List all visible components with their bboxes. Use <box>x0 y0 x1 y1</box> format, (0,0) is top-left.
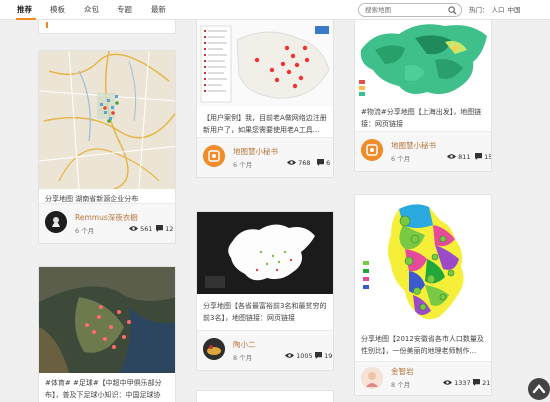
map-card-hunan[interactable]: 分享地图 湖南省新源企业分布 Remmus深夜衣橱 6 个月 561 12 <box>38 50 176 244</box>
comments-value: 12 <box>165 225 174 233</box>
card-description[interactable]: 分享地图【各省最富裕前3名和最贫穷的前3名】，地图链接：网页链接 <box>203 300 327 324</box>
road-map-image <box>39 51 175 189</box>
avatar[interactable] <box>361 367 383 389</box>
hot-label: 热门： <box>469 6 489 14</box>
map-card-logistics[interactable]: #物流#分享地图【上海出发】，地图链接：网页链接 地图慧小秘书 6 个月 811… <box>354 20 492 172</box>
anhui-choropleth-map-image <box>355 195 491 329</box>
card-footer: 陶小二 8 个月 1005 19 <box>197 330 333 370</box>
post-age: 8 个月 <box>233 354 253 362</box>
card-footer: 地图慧小秘书 6 个月 768 6 <box>197 137 333 177</box>
eye-icon <box>443 380 452 385</box>
map-card-anhui-population[interactable]: 分享地图【2012安徽省各市人口数量及性别比】，一份美丽的地理老师制作... 金… <box>354 194 492 396</box>
comments-count: 15 <box>475 153 492 161</box>
map-card-user-case[interactable]: 【用户案例】我，目前老A做网络边注册新用户了，如果您需要使用老A工具... 地图… <box>196 20 334 178</box>
point-map-image <box>197 20 333 106</box>
card-fragment-bottom-middle[interactable] <box>196 390 334 402</box>
views-value: 561 <box>140 225 153 233</box>
post-age: 8 个月 <box>391 381 411 389</box>
views-count: 561 <box>129 225 153 233</box>
card-description[interactable]: #物流#分享地图【上海出发】，地图链接：网页链接 <box>361 106 485 130</box>
card-description[interactable]: 【用户案例】我，目前老A做网络边注册新用户了，如果您需要使用老A工具... <box>203 112 327 136</box>
search-input[interactable] <box>365 4 447 16</box>
top-navigation-bar: 推荐 模板 众包 专题 最新 热门：人口中国 <box>0 0 550 20</box>
satellite-map-image <box>39 267 175 373</box>
arrow-up-icon <box>532 384 546 394</box>
comment-icon <box>317 159 324 166</box>
comment-icon <box>315 352 322 359</box>
highlight-marker <box>46 22 48 28</box>
views-count: 811 <box>447 153 471 161</box>
eye-icon <box>447 154 456 159</box>
card-description[interactable]: 分享地图【2012安徽省各市人口数量及性别比】，一份美丽的地理老师制作... <box>361 333 485 357</box>
active-tab-indicator <box>16 18 36 20</box>
card-footer: 金智岩 8 个月 1337 21 <box>355 361 491 395</box>
map-thumbnail[interactable] <box>197 20 333 106</box>
map-thumbnail[interactable] <box>39 51 175 189</box>
tab-recommended[interactable]: 推荐 <box>17 3 32 17</box>
post-age: 6 个月 <box>391 155 411 163</box>
views-count: 1337 <box>443 379 471 387</box>
comments-value: 19 <box>324 352 333 360</box>
search-box <box>358 3 462 17</box>
tab-topics[interactable]: 专题 <box>117 3 132 17</box>
map-thumbnail[interactable] <box>355 20 491 100</box>
comment-icon <box>475 153 482 160</box>
avatar[interactable] <box>45 211 67 233</box>
post-age: 6 个月 <box>75 227 95 235</box>
eye-icon <box>129 226 138 231</box>
card-footer: Remmus深夜衣橱 6 个月 561 12 <box>39 203 175 243</box>
comments-count: 21 <box>473 379 490 387</box>
eye-icon <box>287 160 296 165</box>
search-icon[interactable] <box>448 6 457 15</box>
avatar[interactable] <box>203 145 225 167</box>
post-age: 6 个月 <box>233 161 253 169</box>
eye-icon <box>285 353 294 358</box>
hot-searches: 热门： 人口 中国 <box>469 4 521 14</box>
map-thumbnail[interactable] <box>355 195 491 329</box>
comments-value: 15 <box>484 153 492 161</box>
avatar[interactable] <box>361 139 383 161</box>
map-card-football[interactable]: #体育# #足球#【中超中甲俱乐部分布】，普及下足球小知识：中国足球协 <box>38 266 176 402</box>
tab-latest[interactable]: 最新 <box>151 3 166 17</box>
author-name[interactable]: Remmus深夜衣橱 <box>75 212 138 223</box>
map-thumbnail[interactable] <box>39 267 175 373</box>
views-value: 811 <box>458 153 471 161</box>
author-name[interactable]: 地图慧小秘书 <box>233 146 278 157</box>
views-value: 768 <box>298 159 311 167</box>
views-value: 1005 <box>296 352 313 360</box>
views-value: 1337 <box>454 379 471 387</box>
comments-count: 19 <box>315 352 332 360</box>
comments-value: 6 <box>326 159 331 167</box>
comments-count: 6 <box>317 159 330 167</box>
china-dark-map-image <box>197 212 333 294</box>
views-count: 1005 <box>285 352 313 360</box>
hot-link-population[interactable]: 人口 <box>492 6 505 14</box>
back-to-top-button[interactable] <box>528 378 550 400</box>
comment-icon <box>473 379 480 386</box>
author-name[interactable]: 陶小二 <box>233 339 256 350</box>
author-name[interactable]: 金智岩 <box>391 366 414 377</box>
tab-crowdsourcing[interactable]: 众包 <box>84 3 99 17</box>
map-thumbnail[interactable] <box>197 212 333 294</box>
author-name[interactable]: 地图慧小秘书 <box>391 140 436 151</box>
comments-value: 21 <box>482 379 491 387</box>
map-card-richest-provinces[interactable]: 分享地图【各省最富裕前3名和最贫穷的前3名】，地图链接：网页链接 陶小二 8 个… <box>196 211 334 371</box>
card-description[interactable]: #体育# #足球#【中超中甲俱乐部分布】，普及下足球小知识：中国足球协 <box>45 377 169 401</box>
tab-templates[interactable]: 模板 <box>50 3 65 17</box>
card-fragment-top-left[interactable] <box>38 20 176 34</box>
green-choropleth-map-image <box>355 20 491 100</box>
avatar[interactable] <box>203 338 225 360</box>
card-footer: 地图慧小秘书 6 个月 811 15 <box>355 131 491 171</box>
comment-icon <box>156 225 163 232</box>
comments-count: 12 <box>156 225 173 233</box>
hot-link-china[interactable]: 中国 <box>508 6 521 14</box>
views-count: 768 <box>287 159 311 167</box>
